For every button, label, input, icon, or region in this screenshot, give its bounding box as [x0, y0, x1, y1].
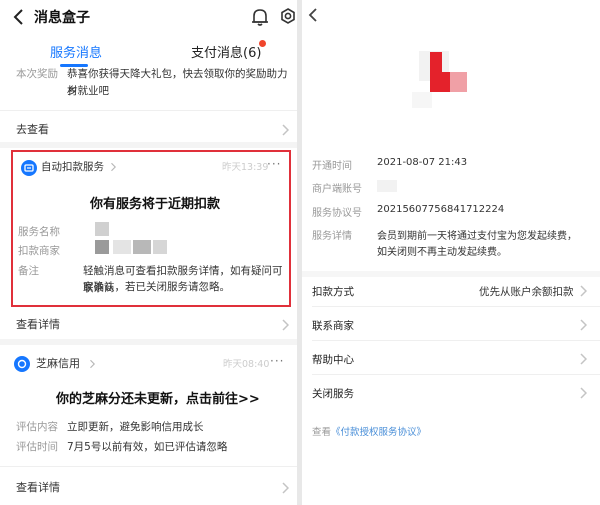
service-details-line1: 会员到期前一天将通过支付宝为您发起续费， [377, 231, 577, 242]
service-details-label: 服务详情 [312, 231, 352, 242]
divider [312, 340, 600, 341]
settings-gear-icon[interactable] [278, 6, 297, 28]
auto-deduct-service-name: 自动扣款服务 [41, 161, 104, 173]
section-gap [302, 271, 600, 277]
divider [312, 306, 600, 307]
divider [312, 374, 600, 375]
go-view-link[interactable]: 去查看 [16, 121, 49, 138]
auto-deduct-message-card[interactable]: 自动扣款服务 昨天13:39 ··· 你有服务将于近期扣款 服务名称 扣款商家 … [11, 150, 291, 307]
divider [0, 110, 297, 111]
agreement-prefix: 查看 [312, 427, 332, 438]
more-options-icon[interactable]: ··· [267, 156, 281, 173]
sesame-credit-icon [14, 356, 30, 372]
view-details-link[interactable]: 查看详情 [16, 479, 60, 496]
back-arrow-icon[interactable] [306, 6, 320, 24]
help-center-label: 帮助中心 [312, 354, 354, 366]
close-service-label: 关闭服务 [312, 388, 354, 400]
chevron-right-icon [282, 482, 289, 494]
service-details-line2: 如关闭则不再主动发起续费。 [377, 247, 507, 258]
chevron-right-small-icon [90, 359, 95, 369]
reward-label: 本次奖励 [16, 68, 58, 80]
chevron-right-icon [580, 353, 587, 365]
assess-time-value: 7月5号以前有效，如已评估请忽略 [67, 441, 228, 453]
service-detail-screen: 开通时间 2021-08-07 21:43 商户端账号 服务协议号 202156… [302, 0, 600, 505]
logo-block [430, 72, 450, 92]
assess-content-label: 评估内容 [16, 421, 58, 433]
chevron-right-icon [580, 285, 587, 297]
redacted-block [113, 240, 131, 254]
agreement-no-value: 20215607756841712224 [377, 204, 505, 215]
header: 消息盒子 [0, 0, 297, 34]
chevron-right-icon [580, 319, 587, 331]
page-title: 消息盒子 [34, 10, 90, 26]
redacted-block [133, 240, 151, 254]
remark-text-line2: 家确认，若已关闭服务请忽略。 [83, 281, 230, 293]
chevron-right-icon [282, 124, 289, 136]
agreement-link-row: 查看《付款授权服务协议》 [312, 424, 426, 438]
merchant-label: 扣款商家 [18, 245, 60, 257]
service-name-label: 服务名称 [18, 226, 60, 238]
chevron-right-icon [580, 387, 587, 399]
sesame-credit-name: 芝麻信用 [36, 357, 80, 370]
auto-deduct-service-icon [21, 160, 37, 176]
logo-block [412, 92, 432, 108]
payment-method-value: 优先从账户余额扣款 [479, 286, 574, 298]
merchant-account-label: 商户端账号 [312, 184, 362, 195]
redacted-block [153, 240, 167, 254]
logo-block [430, 52, 442, 72]
auto-deduct-heading: 你有服务将于近期扣款 [90, 197, 221, 212]
logo-block [450, 72, 467, 92]
agreement-no-label: 服务协议号 [312, 208, 362, 219]
chevron-right-icon [282, 319, 289, 331]
remark-label: 备注 [18, 265, 39, 277]
payment-method-label: 扣款方式 [312, 286, 354, 298]
unread-badge-dot [259, 40, 266, 47]
section-gap [0, 142, 297, 148]
redacted-block [377, 180, 397, 192]
open-time-value: 2021-08-07 21:43 [377, 157, 468, 168]
divider [0, 466, 297, 467]
chevron-right-small-icon [111, 162, 116, 172]
payment-authorization-agreement-link[interactable]: 《付款授权服务协议》 [331, 427, 426, 438]
more-options-icon[interactable]: ··· [270, 353, 284, 370]
bell-icon[interactable] [250, 6, 270, 28]
tab-service-messages[interactable]: 服务消息 [50, 42, 102, 61]
tab-payment-messages[interactable]: 支付消息(6) [191, 42, 261, 61]
contact-merchant-label: 联系商家 [312, 320, 354, 332]
view-details-link[interactable]: 查看详情 [16, 316, 60, 333]
section-gap [0, 339, 297, 345]
redacted-block [95, 240, 109, 254]
message-time: 昨天08:40 [223, 359, 270, 370]
message-time: 昨天13:39 [222, 162, 269, 173]
open-time-label: 开通时间 [312, 161, 352, 172]
assess-content-value: 立即更新，避免影响信用成长 [67, 421, 204, 433]
reward-text-line2: 村就业吧 [67, 85, 109, 97]
tab-bar: 服务消息 支付消息(6) [0, 34, 297, 70]
back-arrow-icon[interactable] [10, 6, 28, 28]
redacted-block [95, 222, 109, 236]
message-box-screen: 消息盒子 服务消息 支付消息(6) 本次奖励 恭喜你获得天降大礼包，快去领取你的… [0, 0, 297, 505]
sesame-heading: 你的芝麻分还未更新，点击前往>> [56, 392, 260, 407]
assess-time-label: 评估时间 [16, 441, 58, 453]
